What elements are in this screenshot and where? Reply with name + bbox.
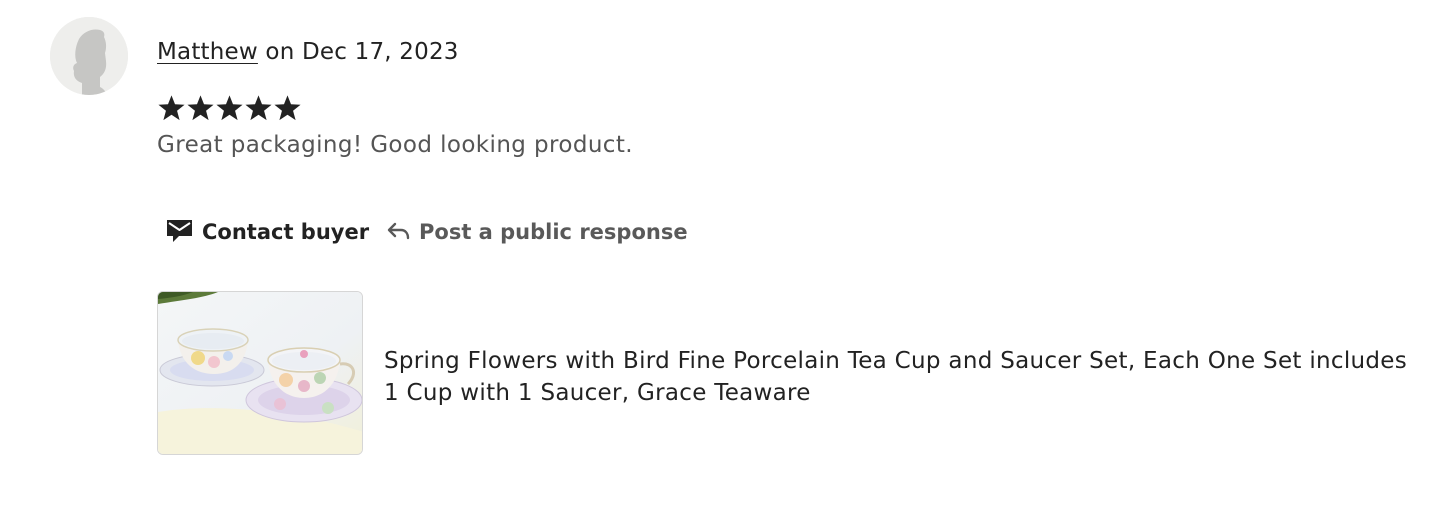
- star-icon: [158, 95, 185, 121]
- reviewer-avatar[interactable]: [50, 17, 128, 95]
- review-header: Matthew on Dec 17, 2023: [157, 36, 459, 68]
- star-icon: [274, 95, 301, 121]
- post-public-response-label: Post a public response: [419, 220, 688, 244]
- reply-arrow-icon: [386, 219, 410, 246]
- star-icon: [245, 95, 272, 121]
- contact-buyer-label: Contact buyer: [202, 220, 370, 244]
- contact-buyer-button[interactable]: Contact buyer: [166, 212, 369, 252]
- envelope-icon: [166, 217, 193, 248]
- star-icon: [216, 95, 243, 121]
- product-image: [158, 292, 362, 454]
- review-date: on Dec 17, 2023: [257, 39, 459, 65]
- post-public-response-button[interactable]: Post a public response: [386, 212, 688, 252]
- reviewer-name-link[interactable]: Matthew: [157, 39, 258, 65]
- star-icon: [187, 95, 214, 121]
- product-thumbnail[interactable]: [157, 291, 363, 455]
- star-rating: [157, 93, 302, 123]
- product-title-link[interactable]: Spring Flowers with Bird Fine Porcelain …: [384, 345, 1414, 409]
- user-silhouette-icon: [50, 17, 128, 95]
- review-text: Great packaging! Good looking product.: [157, 132, 633, 158]
